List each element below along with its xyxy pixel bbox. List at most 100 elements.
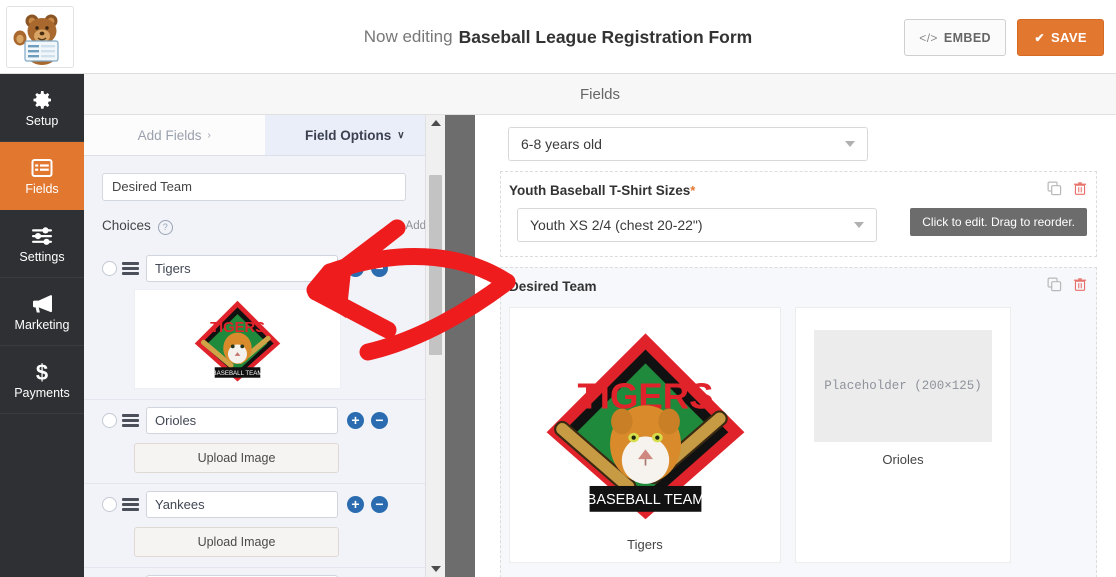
sidebar-item-payments[interactable]: $ Payments [0,346,84,414]
choice-item: Yankees + − Upload Image [84,484,445,568]
plus-icon: + [351,495,360,512]
list-form-icon [31,158,53,177]
trash-icon[interactable] [1073,277,1087,292]
form-name: Baseball League Registration Form [458,26,753,47]
left-panel-scrollbar[interactable] [425,115,445,577]
plus-icon: + [351,259,360,276]
add-choice-button[interactable]: + [347,260,364,277]
choice-item: Rangers + − Upload Image [84,568,445,577]
tab-field-options[interactable]: Field Options ∨ [264,115,445,155]
code-icon: </> [919,30,938,45]
fields-header-title: Fields [579,85,620,103]
choice-row: Yankees + − [84,491,445,518]
tigers-baseball-team-logo: TIGERS BASEBALL TEAM [546,333,744,520]
minus-icon: − [375,411,384,428]
sliders-icon [32,227,52,245]
choice-radio[interactable] [102,261,117,276]
drag-handle-icon[interactable] [122,262,139,275]
bulk-add-icon [392,221,402,232]
scrollbar-thumb[interactable] [429,175,442,355]
sidebar-item-label: Setup [25,113,59,128]
upload-image-button[interactable]: Upload Image [134,443,339,473]
field-options-panel: Add Fields › Field Options ∨ Desired Tea… [84,115,445,577]
remove-choice-button[interactable]: − [371,260,388,277]
choice-item: Orioles + − Upload Image [84,400,445,484]
svg-text:$: $ [36,360,48,384]
tab-field-options-label: Field Options [304,127,392,143]
team-choice-grid: TIGERS BASEBALL TEAM Tigers Placeholder … [509,307,1096,563]
embed-button[interactable]: </> EMBED [904,19,1006,56]
team-card-tigers[interactable]: TIGERS BASEBALL TEAM Tigers [509,307,781,563]
sidebar-item-setup[interactable]: Setup [0,74,84,142]
field-block-tshirt-sizes[interactable]: Youth Baseball T-Shirt Sizes* Youth XS 2… [500,171,1097,257]
choice-image-thumbnail[interactable]: TIGERS BASEBALL TEAM [134,289,341,389]
dollar-icon: $ [36,360,48,384]
tigers-baseball-team-logo: TIGERS BASEBALL TEAM [194,300,281,382]
choice-label-input[interactable]: Tigers [146,255,338,282]
duplicate-icon[interactable] [1047,277,1062,292]
trash-icon[interactable] [1073,181,1087,196]
field-label-text: Youth Baseball T-Shirt Sizes [509,183,691,198]
tab-add-fields[interactable]: Add Fields › [84,115,265,155]
team-card-caption: Tigers [627,537,663,552]
field-label: Youth Baseball T-Shirt Sizes* [509,183,1096,198]
wpforms-form-builder: Now editing Baseball League Registration… [0,0,1116,577]
tab-add-fields-label: Add Fields [137,127,202,143]
field-tooltip: Click to edit. Drag to reorder. [910,208,1087,236]
sidebar-item-marketing[interactable]: Marketing [0,278,84,346]
tshirt-size-value: Youth XS 2/4 (chest 20-22") [530,217,703,233]
upload-image-button[interactable]: Upload Image [134,527,339,557]
sidebar-item-label: Settings [19,249,65,264]
check-icon: ✔ [1034,30,1045,45]
plus-icon: + [351,411,360,428]
save-button-label: SAVE [1050,30,1087,45]
top-bar: Now editing Baseball League Registration… [0,0,1116,74]
tshirt-size-select[interactable]: Youth XS 2/4 (chest 20-22") [517,208,877,242]
field-label-input[interactable]: Desired Team [102,173,406,201]
choices-header: Choices ? Add [102,218,426,240]
team-card-orioles[interactable]: Placeholder (200×125) Orioles [795,307,1011,563]
chevron-down-icon [845,141,855,147]
save-button[interactable]: ✔ SAVE [1017,19,1104,56]
panel-tabs: Add Fields › Field Options ∨ [84,115,445,156]
choices-list: Tigers + − TIGERS BASEBALL TEAM Orioles … [84,248,445,577]
scroll-up-button[interactable] [426,115,446,131]
choice-item: Tigers + − TIGERS BASEBALL TEAM [84,248,445,400]
embed-button-label: EMBED [943,30,991,45]
builder-sidebar: Setup Fields Settings Marketing $ Paymen… [0,74,84,577]
choices-label: Choices [102,218,151,233]
bulk-add-label: Add [405,220,426,232]
bulk-add-button[interactable]: Add [392,220,426,232]
remove-choice-button[interactable]: − [371,412,388,429]
minus-icon: − [375,495,384,512]
choice-label-input[interactable]: Yankees [146,491,338,518]
age-select[interactable]: 6-8 years old [508,127,868,161]
fields-header: Fields [84,74,1116,115]
chevron-right-icon: › [207,129,211,141]
choice-row: Orioles + − [84,407,445,434]
choice-radio[interactable] [102,497,117,512]
field-block-desired-team[interactable]: Desired Team TIGERS BASEBALL TEAM Tigers… [500,267,1097,577]
sidebar-item-label: Marketing [14,317,70,332]
drag-handle-icon[interactable] [122,498,139,511]
sidebar-item-fields[interactable]: Fields [0,142,84,210]
field-tools [1047,181,1087,196]
minus-icon: − [375,259,384,276]
sidebar-item-settings[interactable]: Settings [0,210,84,278]
add-choice-button[interactable]: + [347,412,364,429]
megaphone-icon [33,294,52,313]
duplicate-icon[interactable] [1047,181,1062,196]
chevron-down-icon: ∨ [397,129,405,141]
scroll-down-button[interactable] [426,561,446,577]
chevron-down-icon [854,222,864,228]
sidebar-item-label: Fields [25,181,59,196]
choice-radio[interactable] [102,413,117,428]
remove-choice-button[interactable]: − [371,496,388,513]
add-choice-button[interactable]: + [347,496,364,513]
drag-handle-icon[interactable] [122,414,139,427]
field-label: Desired Team [509,279,597,294]
gear-icon [33,90,51,109]
choice-label-input[interactable]: Orioles [146,407,338,434]
team-card-caption: Orioles [882,452,924,467]
help-icon[interactable]: ? [157,220,173,235]
